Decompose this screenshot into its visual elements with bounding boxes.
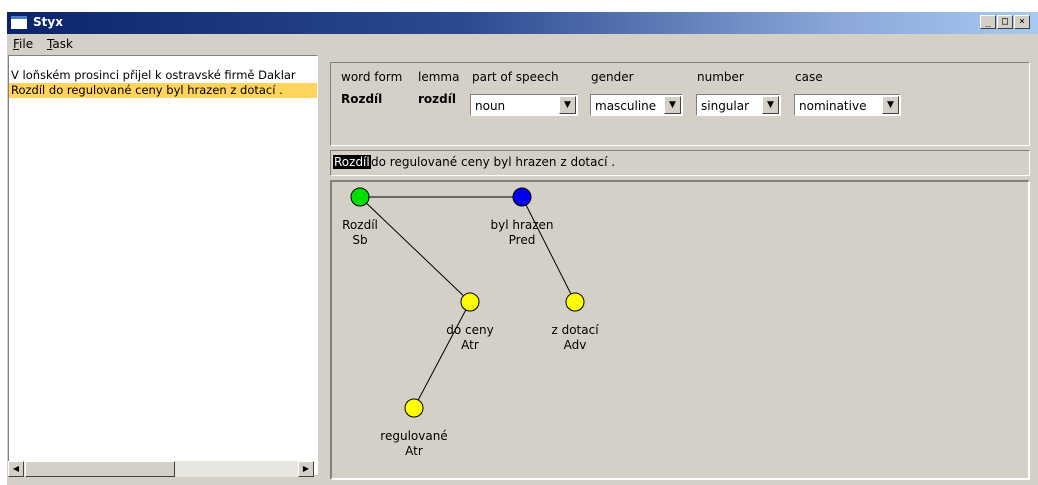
current-sentence-bar: Rozdíl do regulované ceny byl hrazen z d…	[330, 150, 1030, 176]
case-select[interactable]: nominative ▼	[794, 94, 901, 116]
gender-label: gender	[591, 70, 634, 84]
chevron-down-icon[interactable]: ▼	[762, 96, 779, 114]
tree-node-label-rozdil: Rozdíl Sb	[342, 218, 378, 248]
tree-node-z-dotaci[interactable]	[565, 292, 585, 312]
scroll-right-button[interactable]: ▶	[298, 461, 314, 477]
tree-node-do-ceny[interactable]	[460, 292, 480, 312]
lemma-label: lemma	[418, 70, 460, 84]
menu-task[interactable]: Task	[47, 37, 73, 51]
tree-edge	[413, 301, 471, 409]
maximize-button[interactable]: □	[997, 15, 1013, 29]
tree-node-label-z-dotaci: z dotací Adv	[551, 323, 598, 353]
dependency-tree-canvas[interactable]: Rozdíl Sb byl hrazen Pred do ceny Atr z dotací…	[330, 180, 1030, 480]
tree-node-byl-hrazen[interactable]	[512, 187, 532, 207]
node-word: do ceny	[446, 323, 494, 337]
close-button[interactable]: ×	[1014, 15, 1030, 29]
lemma-value: rozdíl	[418, 92, 456, 106]
node-function: Atr	[405, 444, 423, 458]
node-word: byl hrazen	[490, 218, 554, 232]
sentence-rest: do regulované ceny byl hrazen z dotací .	[371, 155, 616, 169]
node-function: Pred	[508, 233, 536, 247]
node-word: z dotací	[551, 323, 599, 337]
tree-node-label-regulovane: regulované Atr	[380, 429, 447, 459]
highlighted-token[interactable]: Rozdíl	[333, 155, 371, 169]
part-of-speech-select[interactable]: noun ▼	[470, 94, 578, 116]
node-word: regulované	[380, 429, 448, 443]
gender-select[interactable]: masculine ▼	[590, 94, 683, 116]
tree-node-regulovane[interactable]	[404, 398, 424, 418]
title-bar[interactable]: Styx _ □ ×	[7, 12, 1038, 34]
word-form-value: Rozdíl	[341, 92, 383, 106]
number-label: number	[697, 70, 744, 84]
menu-file[interactable]: File	[13, 37, 33, 51]
minimize-button[interactable]: _	[980, 15, 996, 29]
tree-edge	[359, 196, 471, 303]
word-form-label: word form	[341, 70, 403, 84]
sentence-item[interactable]: V loňském prosinci přijel k ostravské fi…	[9, 68, 317, 83]
horizontal-scrollbar[interactable]: ◀ ▶	[8, 461, 314, 477]
number-select[interactable]: singular ▼	[696, 94, 781, 116]
chevron-down-icon[interactable]: ▼	[664, 96, 681, 114]
node-function: Sb	[352, 233, 368, 247]
scroll-left-button[interactable]: ◀	[8, 461, 24, 477]
sentence-list[interactable]: V loňském prosinci přijel k ostravské fi…	[8, 55, 318, 475]
node-word: Rozdíl	[342, 218, 378, 232]
tree-node-label-byl-hrazen: byl hrazen Pred	[490, 218, 553, 248]
sentence-item-selected[interactable]: Rozdíl do regulované ceny byl hrazen z d…	[9, 83, 317, 98]
tree-node-label-do-ceny: do ceny Atr	[446, 323, 493, 353]
node-function: Atr	[461, 338, 479, 352]
part-of-speech-label: part of speech	[472, 70, 559, 84]
tree-edge	[521, 196, 576, 303]
chevron-down-icon[interactable]: ▼	[882, 96, 899, 114]
case-label: case	[795, 70, 823, 84]
chevron-down-icon[interactable]: ▼	[559, 96, 576, 114]
node-function: Adv	[563, 338, 587, 352]
app-icon	[11, 16, 27, 29]
menu-bar: File Task	[7, 34, 1038, 53]
scroll-thumb[interactable]	[25, 461, 175, 477]
tree-node-rozdil[interactable]	[350, 187, 370, 207]
window-title: Styx	[33, 15, 63, 29]
